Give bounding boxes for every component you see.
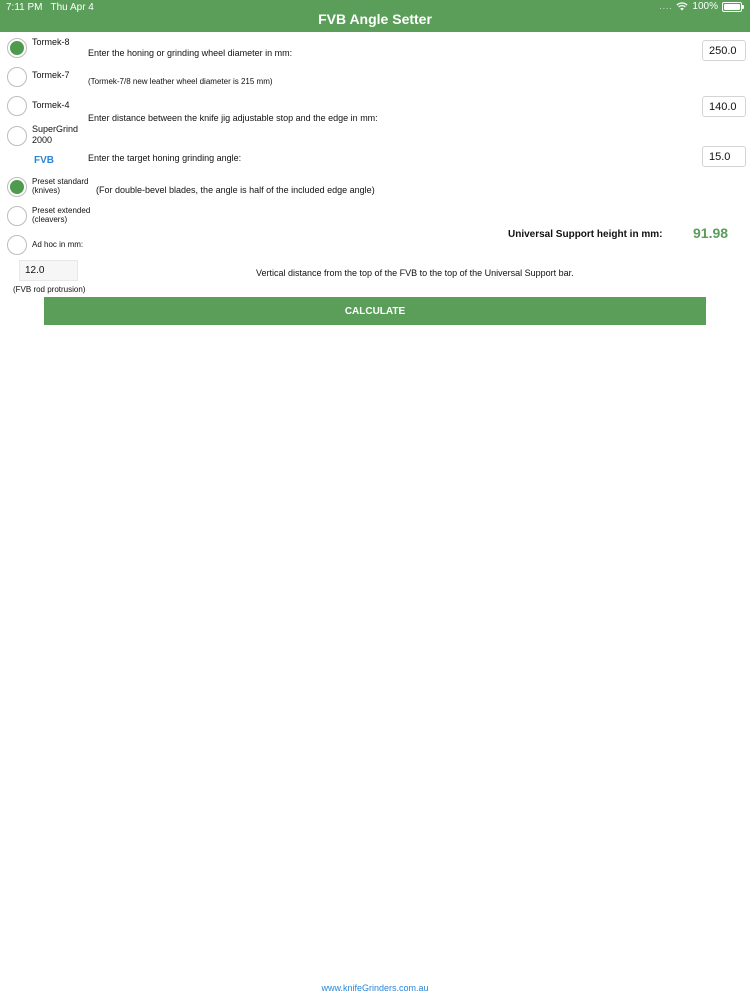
- radio-tormek-4-indicator[interactable]: [7, 96, 27, 116]
- radio-tormek-7-label: Tormek-7: [32, 69, 70, 80]
- battery-icon: [722, 1, 744, 12]
- fvb-heading: FVB: [34, 155, 54, 166]
- calculate-button[interactable]: CALCULATE: [44, 297, 706, 325]
- header-bar: 7:11 PM Thu Apr 4 .... 100% FVB Angle Set…: [0, 0, 750, 32]
- result-description: Vertical distance from the top of the FV…: [256, 268, 574, 278]
- radio-preset-extended-indicator[interactable]: [7, 206, 27, 226]
- angle-note: (For double-bevel blades, the angle is h…: [96, 185, 375, 195]
- radio-tormek-8-indicator[interactable]: [7, 38, 27, 58]
- wifi-icon: [676, 2, 688, 11]
- radio-preset-extended[interactable]: Preset extended (cleavers): [7, 206, 90, 226]
- radio-supergrind-2000-indicator[interactable]: [7, 126, 27, 146]
- radio-ad-hoc[interactable]: Ad hoc in mm:: [7, 235, 83, 255]
- wheel-diameter-note: (Tormek-7/8 new leather wheel diameter i…: [88, 77, 273, 86]
- page-title: FVB Angle Setter: [318, 11, 432, 27]
- radio-supergrind-2000[interactable]: SuperGrind 2000: [7, 124, 79, 147]
- result-label: Universal Support height in mm:: [508, 229, 663, 240]
- radio-preset-extended-label: Preset extended (cleavers): [32, 206, 91, 224]
- result-value: 91.98: [693, 225, 729, 241]
- radio-tormek-8[interactable]: Tormek-8: [7, 36, 70, 58]
- wheel-diameter-input[interactable]: [702, 40, 746, 61]
- angle-label: Enter the target honing grinding angle:: [88, 153, 242, 163]
- wheel-diameter-label: Enter the honing or grinding wheel diame…: [88, 48, 293, 58]
- radio-ad-hoc-label: Ad hoc in mm:: [32, 239, 84, 249]
- distance-label: Enter distance between the knife jig adj…: [88, 113, 378, 123]
- radio-tormek-4[interactable]: Tormek-4: [7, 96, 70, 116]
- radio-preset-standard-indicator[interactable]: [7, 177, 27, 197]
- radio-tormek-8-label: Tormek-8: [32, 36, 70, 47]
- footer-website-link[interactable]: www.knifeGrinders.com.au: [0, 983, 750, 993]
- distance-input[interactable]: [702, 96, 746, 117]
- radio-preset-standard-label: Preset standard (knives): [32, 177, 89, 195]
- radio-tormek-7-indicator[interactable]: [7, 67, 27, 87]
- radio-tormek-7[interactable]: Tormek-7: [7, 67, 70, 87]
- radio-tormek-4-label: Tormek-4: [32, 99, 70, 110]
- ad-hoc-protrusion-input[interactable]: [19, 260, 78, 281]
- radio-preset-standard[interactable]: Preset standard (knives): [7, 177, 88, 197]
- cellular-signal-icon: ....: [659, 2, 673, 11]
- radio-supergrind-2000-label: SuperGrind 2000: [32, 124, 79, 145]
- radio-ad-hoc-indicator[interactable]: [7, 235, 27, 255]
- ad-hoc-caption: (FVB rod protrusion): [13, 285, 86, 294]
- angle-input[interactable]: [702, 146, 746, 167]
